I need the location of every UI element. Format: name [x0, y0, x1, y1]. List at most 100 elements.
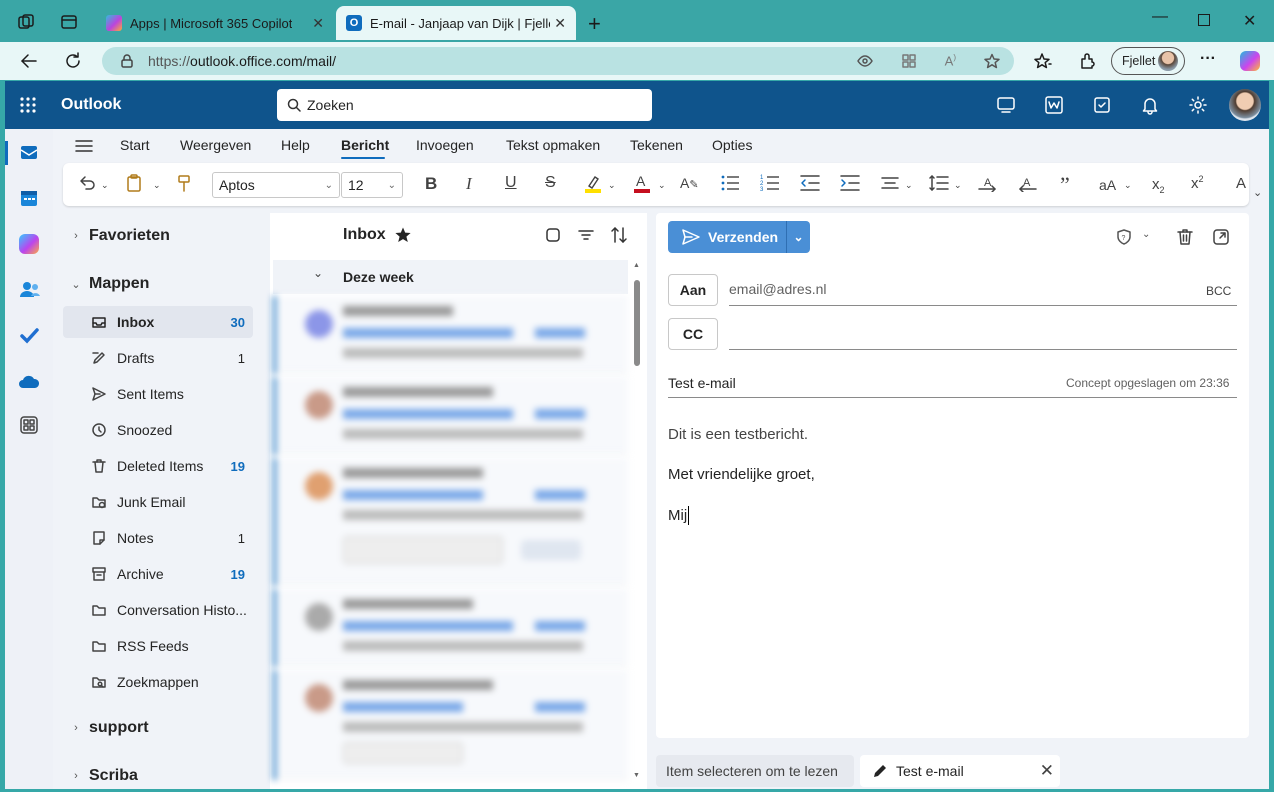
change-case-icon[interactable]: aA: [1099, 177, 1116, 193]
profile-button[interactable]: Fjellet: [1111, 47, 1185, 75]
bcc-button[interactable]: BCC: [1206, 284, 1231, 298]
case-dropdown-icon[interactable]: ⌄: [1124, 180, 1132, 191]
scroll-up-icon[interactable]: ▲: [633, 262, 640, 269]
pop-out-icon[interactable]: [1212, 228, 1230, 246]
bullets-icon[interactable]: [720, 174, 740, 192]
extensions-icon[interactable]: [1078, 52, 1096, 70]
list-item[interactable]: [273, 458, 628, 586]
tab-tekenen[interactable]: Tekenen: [630, 137, 683, 153]
folder-item[interactable]: Notes 1: [63, 522, 253, 554]
tab-help[interactable]: Help: [281, 137, 310, 153]
app-available-icon[interactable]: [901, 53, 917, 69]
read-aloud-icon[interactable]: A): [945, 53, 956, 68]
increase-indent-icon[interactable]: [840, 174, 860, 192]
undo-icon[interactable]: [78, 174, 96, 192]
font-color-dropdown-icon[interactable]: ⌄: [658, 180, 666, 191]
folder-item[interactable]: Snoozed: [63, 414, 253, 446]
close-tab-icon[interactable]: ✕: [554, 15, 566, 32]
undo-dropdown-icon[interactable]: ⌄: [101, 180, 109, 191]
copilot-icon[interactable]: [19, 234, 39, 254]
meet-now-icon[interactable]: [996, 95, 1016, 115]
workspaces-icon[interactable]: [17, 13, 35, 31]
subscript-icon[interactable]: x2: [1152, 176, 1165, 195]
maximize-icon[interactable]: [1198, 14, 1210, 26]
tab-outlook-mail[interactable]: O E-mail - Janjaap van Dijk | Fjellet - …: [336, 6, 576, 40]
calendar-icon[interactable]: [19, 188, 39, 208]
styles-icon[interactable]: A: [1236, 175, 1248, 192]
folder-item[interactable]: Deleted Items 19: [63, 450, 253, 482]
word-icon[interactable]: [1044, 95, 1064, 115]
format-painter-icon[interactable]: [175, 174, 193, 192]
list-item[interactable]: [273, 377, 628, 455]
send-options-chevron-icon[interactable]: ⌄: [786, 221, 810, 253]
paste-dropdown-icon[interactable]: ⌄: [153, 180, 161, 191]
clear-formatting-icon[interactable]: A✎: [680, 175, 699, 191]
copilot-icon[interactable]: [1240, 51, 1260, 71]
group-header[interactable]: [273, 260, 628, 294]
folder-item[interactable]: Conversation Histo...: [63, 594, 253, 626]
discard-trash-icon[interactable]: [1176, 228, 1194, 246]
folders-group[interactable]: ⌄ Mappen: [63, 269, 149, 299]
ltr-icon[interactable]: A: [978, 174, 998, 192]
settings-gear-icon[interactable]: [1188, 95, 1208, 115]
my-day-icon[interactable]: [1092, 95, 1112, 115]
folder-item[interactable]: Drafts 1: [63, 342, 253, 374]
people-icon[interactable]: [19, 280, 41, 300]
subject-field[interactable]: Test e-mail: [668, 375, 736, 391]
line-spacing-icon[interactable]: [929, 174, 949, 192]
minimize-icon[interactable]: —: [1152, 8, 1168, 26]
numbering-icon[interactable]: 123: [760, 174, 780, 192]
cc-button[interactable]: CC: [668, 318, 718, 350]
to-field[interactable]: email@adres.nl: [729, 281, 826, 297]
underline-icon[interactable]: U: [505, 174, 517, 192]
scrollbar-thumb[interactable]: [634, 280, 640, 366]
more-options-icon[interactable]: ···: [1200, 50, 1216, 68]
close-draft-icon[interactable]: ✕: [1040, 761, 1054, 781]
font-size-select[interactable]: 12 ⌄: [341, 172, 403, 198]
close-tab-icon[interactable]: ✕: [312, 15, 324, 32]
select-icon[interactable]: [545, 227, 561, 243]
strikethrough-icon[interactable]: S: [545, 174, 556, 192]
tab-weergeven[interactable]: Weergeven: [180, 137, 251, 153]
highlight-icon[interactable]: [583, 174, 603, 194]
italic-icon[interactable]: I: [466, 174, 472, 194]
draft-tab[interactable]: Test e-mail ✕: [860, 755, 1060, 787]
list-item[interactable]: [273, 296, 628, 374]
tracking-prevention-icon[interactable]: [856, 53, 873, 69]
cc-field[interactable]: [729, 318, 1237, 348]
app-launcher-icon[interactable]: [19, 96, 37, 114]
scriba-group[interactable]: › Scriba: [63, 761, 138, 791]
rtl-icon[interactable]: A: [1017, 174, 1037, 192]
favorite-star-icon[interactable]: [394, 226, 412, 244]
favorite-star-icon[interactable]: [984, 53, 1000, 69]
send-button[interactable]: Verzenden ⌄: [668, 221, 810, 253]
folder-item[interactable]: Inbox 30: [63, 306, 253, 338]
list-item[interactable]: [273, 670, 628, 780]
tab-start[interactable]: Start: [120, 137, 150, 153]
highlight-dropdown-icon[interactable]: ⌄: [608, 180, 616, 191]
search-input[interactable]: Zoeken: [277, 89, 652, 121]
reading-pane-tab[interactable]: Item selecteren om te lezen: [656, 755, 854, 787]
back-icon[interactable]: [20, 52, 38, 70]
mail-icon[interactable]: [19, 142, 39, 162]
notifications-bell-icon[interactable]: [1140, 95, 1160, 115]
paste-icon[interactable]: [125, 174, 143, 192]
close-window-icon[interactable]: ✕: [1243, 11, 1256, 31]
ribbon-expand-icon[interactable]: ⌄: [1253, 186, 1262, 199]
more-apps-icon[interactable]: [20, 416, 38, 434]
folder-item[interactable]: Junk Email: [63, 486, 253, 518]
onedrive-icon[interactable]: [18, 373, 40, 389]
align-dropdown-icon[interactable]: ⌄: [905, 180, 913, 191]
sort-icon[interactable]: [610, 226, 628, 244]
sensitivity-icon[interactable]: ?: [1116, 229, 1132, 245]
account-avatar[interactable]: [1229, 89, 1261, 121]
tab-tekst-opmaken[interactable]: Tekst opmaken: [506, 137, 600, 153]
folder-item[interactable]: Archive 19: [63, 558, 253, 590]
refresh-icon[interactable]: [64, 52, 82, 70]
bold-icon[interactable]: B: [425, 174, 437, 194]
filter-icon[interactable]: [578, 227, 594, 243]
folder-item[interactable]: RSS Feeds: [63, 630, 253, 662]
chevron-down-icon[interactable]: ⌄: [313, 266, 323, 280]
favorites-icon[interactable]: [1034, 52, 1052, 70]
new-tab-icon[interactable]: +: [588, 11, 601, 37]
